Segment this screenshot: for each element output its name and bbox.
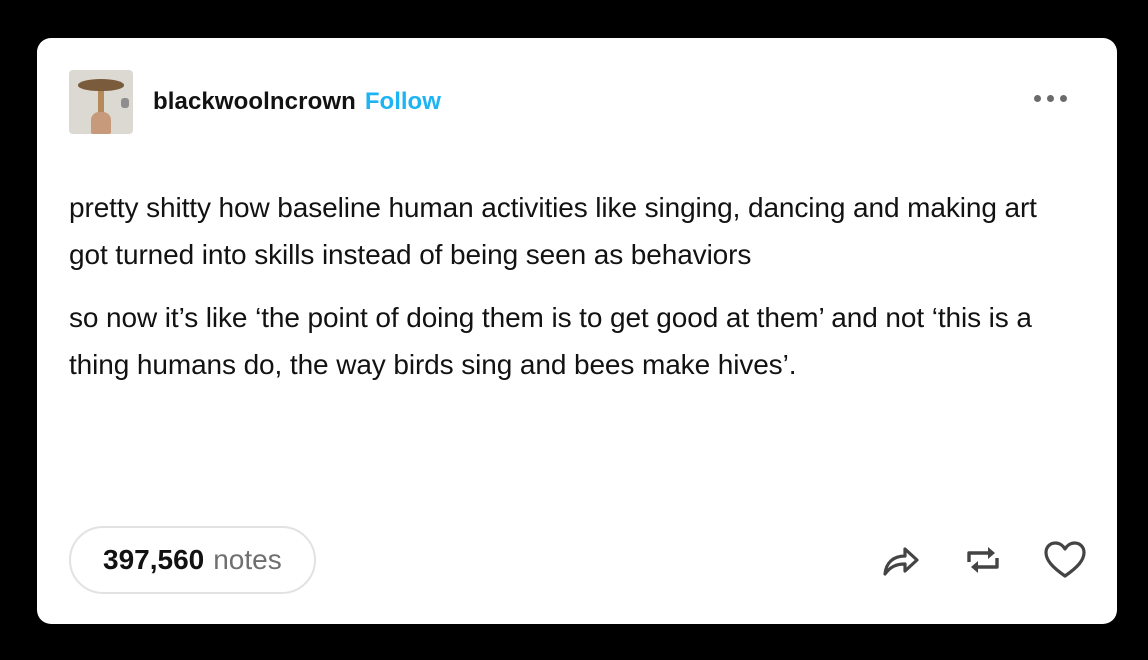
heart-icon[interactable] [1041, 536, 1089, 584]
avatar[interactable] [69, 70, 133, 134]
reblog-icon[interactable] [959, 536, 1007, 584]
post-paragraph: pretty shitty how baseline human activit… [69, 192, 1037, 270]
share-icon[interactable] [877, 536, 925, 584]
post-actions [877, 536, 1089, 584]
post-header: blackwoolncrown Follow [69, 69, 1085, 135]
notes-button[interactable]: 397,560 notes [69, 526, 316, 594]
more-options-icon[interactable] [1030, 91, 1071, 106]
username[interactable]: blackwoolncrown [153, 88, 356, 116]
notes-label: notes [213, 544, 282, 575]
follow-button[interactable]: Follow [365, 88, 441, 116]
notes-count: 397,560 [103, 544, 205, 575]
post-card: blackwoolncrown Follow pretty shitty how… [37, 38, 1117, 624]
post-paragraph: so now it’s like ‘the point of doing the… [69, 302, 1032, 380]
post-body: pretty shitty how baseline human activit… [69, 184, 1069, 404]
